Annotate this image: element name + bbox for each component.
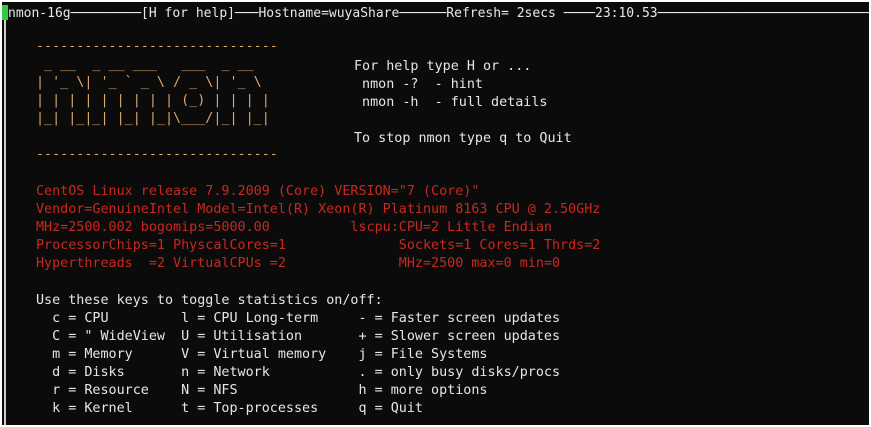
keys-row-4: d = Disks n = Network . = only busy disk…	[36, 365, 561, 380]
sysinfo-line-1: CentOS Linux release 7.9.2009 (Core) VER…	[36, 184, 480, 199]
sysinfo-line-5: Hyperthreads =2 VirtualCPUs =2 MHz=2500 …	[36, 256, 561, 271]
keys-row-5: r = Resource N = NFS h = more options	[36, 383, 488, 398]
terminal-window[interactable]: nmon-16g─────────[H for help]───Hostname…	[2, 2, 869, 425]
logo-line-1: ------------------------------	[36, 39, 278, 54]
logo-line-7: ------------------------------	[36, 147, 278, 162]
help-line-5: To stop nmon type q to Quit	[354, 131, 572, 146]
keys-row-3: m = Memory V = Virtual memory j = File S…	[36, 347, 488, 362]
keys-row-1: c = CPU l = CPU Long-term - = Faster scr…	[36, 311, 561, 326]
logo-line-3: | '_ \| '_ ` _ \ / _ \| '_ \	[36, 75, 270, 90]
nmon-title-bar: nmon-16g─────────[H for help]───Hostname…	[2, 5, 869, 23]
logo-line-2: _ __ _ __ ___ ___ _ __	[36, 57, 270, 72]
logo-line-4: | | | | | | | | | (_) | | | |	[36, 93, 270, 108]
keys-row-6: k = Kernel t = Top-processes q = Quit	[36, 401, 423, 416]
help-line-2: nmon -? - hint	[354, 77, 483, 92]
sysinfo-line-2: Vendor=GenuineIntel Model=Intel(R) Xeon(…	[36, 202, 601, 217]
frame-border-left	[4, 20, 6, 425]
sysinfo-line-4: ProcessorChips=1 PhyscalCores=1 Sockets=…	[36, 238, 601, 253]
logo-line-5: |_| |_|_| |_| |_|\___/|_| |_|	[36, 111, 270, 126]
help-line-1: For help type H or ...	[354, 59, 532, 74]
help-line-3: nmon -h - full details	[354, 95, 548, 110]
keys-row-2: C = " WideView U = Utilisation + = Slowe…	[36, 329, 561, 344]
title-line: nmon-16g─────────[H for help]───Hostname…	[8, 6, 869, 21]
sysinfo-line-3: MHz=2500.002 bogomips=5000.00 lscpu:CPU=…	[36, 220, 552, 235]
keys-heading: Use these keys to toggle statistics on/o…	[36, 293, 383, 308]
